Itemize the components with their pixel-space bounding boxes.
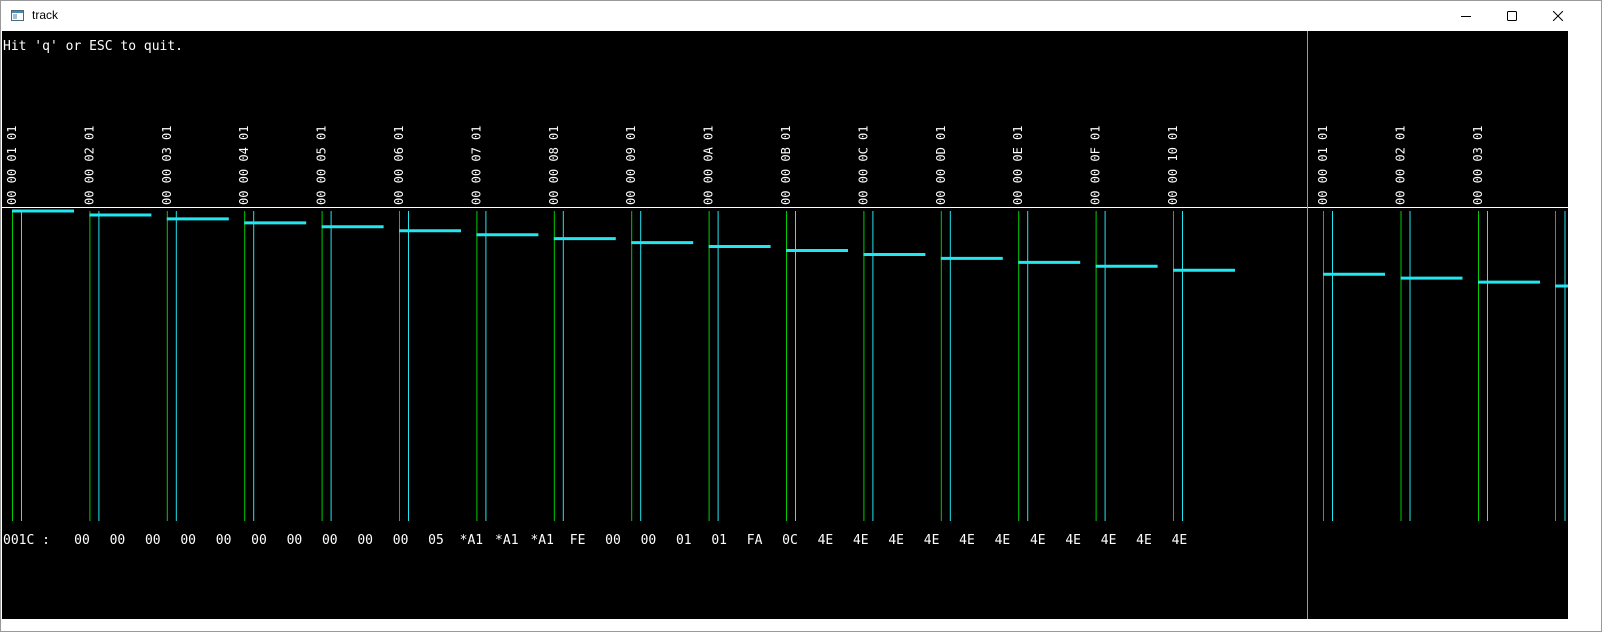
sector-header-label: 00 00 01 01 [5, 126, 19, 205]
sector-header-label: 00 00 10 01 [1166, 126, 1180, 205]
sector-header-label: 00 00 0F 01 [1089, 126, 1103, 205]
sector-header-label: 00 00 07 01 [469, 126, 483, 205]
minimize-icon [1461, 16, 1471, 17]
window-app-icon [11, 10, 24, 21]
data-byte: 00 [216, 533, 232, 548]
sector-header-label: 00 00 01 01 [1316, 126, 1330, 205]
data-byte: FA [747, 533, 763, 548]
sector-header-label: 00 00 02 01 [82, 126, 96, 205]
sector-header-label: 00 00 0B 01 [779, 126, 793, 205]
data-byte: 0C [782, 533, 798, 548]
data-byte: 4E [853, 533, 869, 548]
help-text: Hit 'q' or ESC to quit. [3, 39, 183, 54]
data-byte: 4E [818, 533, 834, 548]
data-byte: *A1 [460, 533, 483, 548]
data-byte: 4E [1136, 533, 1152, 548]
data-byte: 4E [995, 533, 1011, 548]
data-byte: 00 [287, 533, 303, 548]
sector-header-label: 00 00 08 01 [547, 126, 561, 205]
maximize-icon [1507, 11, 1517, 21]
sector-header-label: 00 00 0E 01 [1011, 126, 1025, 205]
data-byte: 00 [110, 533, 126, 548]
app-window: track Hit 'q' or ESC to quit. 00 00 01 01… [0, 0, 1602, 632]
track-canvas[interactable]: Hit 'q' or ESC to quit. 00 00 01 01 00 00 … [2, 31, 1568, 619]
data-byte: 4E [1172, 533, 1188, 548]
data-byte: FE [570, 533, 586, 548]
title-bar[interactable]: track [1, 1, 1601, 31]
data-byte: 00 [251, 533, 267, 548]
data-byte: 00 [393, 533, 409, 548]
window-title: track [32, 8, 59, 22]
maximize-button[interactable] [1489, 1, 1535, 31]
data-byte: 00 [145, 533, 161, 548]
data-byte: 4E [1030, 533, 1046, 548]
data-byte: 4E [888, 533, 904, 548]
sector-header-label: 00 00 03 01 [1471, 126, 1485, 205]
data-byte: 4E [959, 533, 975, 548]
sector-header-label: 00 00 0D 01 [934, 126, 948, 205]
sector-header-label: 00 00 0A 01 [702, 126, 716, 205]
sector-header-label: 00 00 06 01 [392, 126, 406, 205]
data-byte: 4E [1065, 533, 1081, 548]
data-byte: 00 [605, 533, 621, 548]
sector-header-label: 00 00 0C 01 [856, 126, 870, 205]
minimize-button[interactable] [1443, 1, 1489, 31]
data-byte: 00 [641, 533, 657, 548]
data-byte: 00 [74, 533, 90, 548]
data-byte: 05 [428, 533, 444, 548]
data-byte: *A1 [530, 533, 553, 548]
data-byte: 00 [180, 533, 196, 548]
data-byte: *A1 [495, 533, 518, 548]
sector-header-label: 00 00 03 01 [160, 126, 174, 205]
data-byte: 01 [711, 533, 727, 548]
data-byte: 01 [676, 533, 692, 548]
close-icon [1553, 11, 1563, 21]
sector-header-label: 00 00 05 01 [315, 126, 329, 205]
data-byte: 4E [924, 533, 940, 548]
sector-header-label: 00 00 09 01 [624, 126, 638, 205]
data-byte: 00 [322, 533, 338, 548]
data-byte: 00 [357, 533, 373, 548]
data-byte: 4E [1101, 533, 1117, 548]
sector-header-label: 00 00 04 01 [237, 126, 251, 205]
close-button[interactable] [1535, 1, 1581, 31]
sector-header-label: 00 00 02 01 [1394, 126, 1408, 205]
track-plot: Hit 'q' or ESC to quit. 00 00 01 01 00 00 … [2, 31, 1568, 619]
data-offset: 001C : [3, 533, 50, 548]
